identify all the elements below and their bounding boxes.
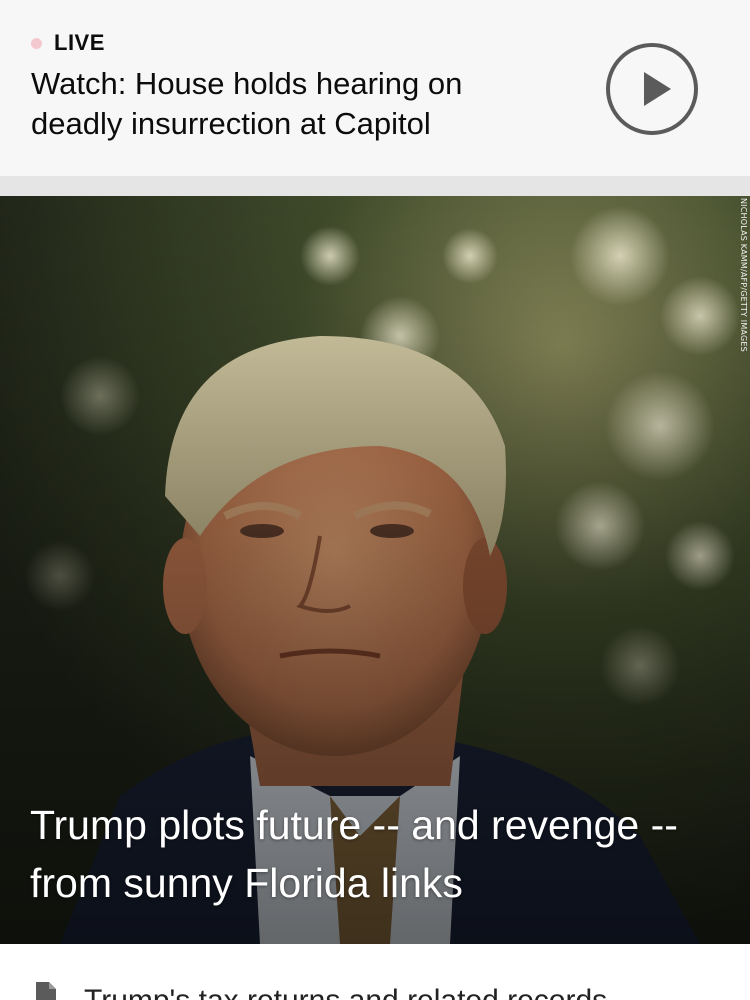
live-badge: LIVE — [54, 30, 105, 55]
play-button[interactable] — [606, 43, 698, 135]
live-card[interactable]: LIVE Watch: House holds hearing on deadl… — [0, 0, 750, 176]
article-list-item[interactable]: Trump's tax returns and related records — [0, 944, 750, 1000]
article-title[interactable]: Trump's tax returns and related records — [84, 984, 607, 1000]
section-divider — [0, 176, 750, 196]
live-indicator-dot — [31, 37, 42, 49]
play-icon — [644, 72, 671, 106]
hero-story[interactable]: NICHOLAS KAMM/AFP/GETTY IMAGES Trump plo… — [0, 196, 750, 944]
live-headline[interactable]: Watch: House holds hearing on deadly ins… — [31, 64, 551, 144]
live-badge-row: LIVE — [31, 30, 105, 56]
hero-headline[interactable]: Trump plots future -- and revenge -- fro… — [30, 796, 720, 912]
document-icon — [36, 982, 56, 1000]
photo-credit: NICHOLAS KAMM/AFP/GETTY IMAGES — [739, 198, 748, 352]
